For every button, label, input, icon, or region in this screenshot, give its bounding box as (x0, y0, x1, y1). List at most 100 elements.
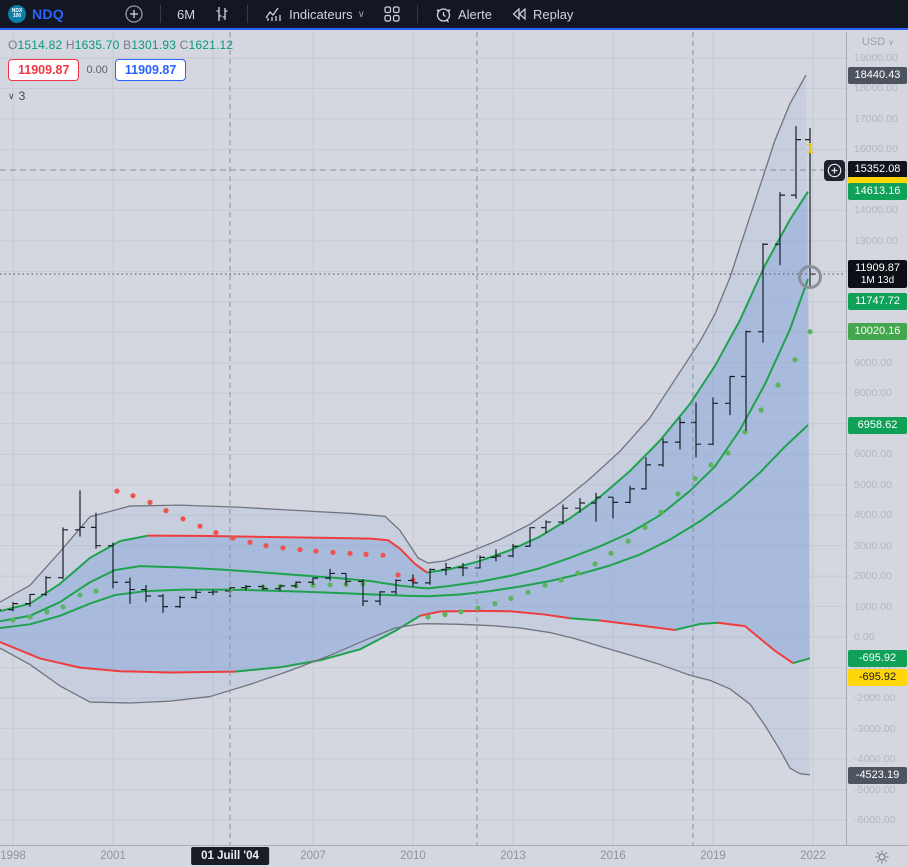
indicator-dot (247, 539, 253, 545)
position-quantity-label[interactable]: 1 (806, 140, 814, 157)
chevron-down-icon: ∨ (357, 8, 365, 20)
compare-add-button[interactable] (118, 1, 150, 27)
indicator-dot (44, 609, 50, 615)
chart-legend: O1514.82 H1635.70 B1301.93 C1621.12 1190… (8, 38, 233, 103)
price-axis-tick: 3000.00 (854, 539, 892, 552)
indicator-dot (347, 550, 353, 557)
indicator-dot (380, 552, 386, 558)
indicator-dot (230, 535, 236, 541)
indicator-dot (508, 595, 514, 602)
indicator-dot (313, 548, 319, 554)
add-alert-plus-button[interactable] (824, 160, 845, 181)
crosshair-date-badge: 01 Juill '04 (191, 847, 269, 865)
time-axis[interactable]: 01 Juill '04 1998 2001 2007 2010 2013 2016 201… (0, 845, 908, 867)
indicator-dot (775, 382, 781, 388)
indicator-dot (263, 543, 269, 549)
plus-circle-icon (125, 5, 143, 23)
price-axis-tick: 5000.00 (854, 478, 892, 491)
price-axis-badge: 18440.43 (848, 66, 907, 84)
price-axis-tick: -4000.00 (854, 753, 896, 766)
indicator-dot (675, 491, 681, 497)
time-axis-label: 2001 (100, 850, 126, 862)
price-axis-tick: 4000.00 (854, 509, 892, 522)
time-axis-label: 2019 (700, 850, 726, 862)
ohlc-bars-icon (216, 7, 228, 21)
indicator-dot (458, 609, 464, 615)
price-axis-badge: -695.92 (848, 668, 907, 686)
alarm-clock-icon (436, 7, 451, 22)
indicator-dot (592, 561, 598, 567)
price-axis-tick: 19000.00 (854, 51, 898, 64)
plus-circle-icon (827, 163, 842, 178)
indicator-dot (708, 462, 714, 468)
time-axis-label: 2022 (800, 850, 826, 862)
hidden-indicators-toggle[interactable]: ∨ 3 (8, 89, 233, 103)
indicator-dot (425, 614, 431, 620)
chevron-down-icon: ∨ (888, 38, 895, 47)
price-axis-badge: 10020.16 (848, 323, 907, 341)
indicator-dot (163, 508, 169, 514)
replay-button[interactable]: Replay (504, 3, 579, 25)
indicator-dot (114, 488, 120, 494)
time-axis-label: 2010 (400, 850, 426, 862)
price-axis-tick: 18000.00 (854, 82, 898, 95)
sell-button[interactable]: 11909.87 (8, 59, 80, 81)
toolbar-separator (417, 5, 418, 23)
trade-buttons-row: 11909.87 0.00 11909.87 (8, 59, 233, 81)
indicator-dot (608, 550, 614, 556)
price-axis-tick: 8000.00 (854, 387, 892, 400)
price-axis-tick: 17000.00 (854, 112, 898, 125)
indicator-dot (327, 582, 333, 588)
indicator-dot (297, 547, 303, 553)
rewind-icon (512, 7, 526, 21)
indicator-dot (442, 611, 448, 618)
close-value: 1621.12 (188, 38, 234, 52)
price-axis-badge: -4523.19 (848, 766, 907, 784)
indicator-dot (792, 357, 798, 363)
ohlc-values: O1514.82 H1635.70 B1301.93 C1621.12 (8, 38, 234, 52)
price-axis-badge: 15352.08 (848, 160, 907, 178)
spread-value: 0.00 (86, 64, 108, 76)
price-axis-badge: 11909.87 1M 13d (848, 260, 907, 289)
indicator-dot (280, 545, 286, 551)
indicator-dot (492, 600, 498, 607)
price-axis-badge: 11747.72 (848, 292, 907, 310)
indicator-dot (642, 524, 648, 530)
price-axis-tick: 9000.00 (854, 356, 892, 369)
price-axis-badge: 14613.16 (848, 183, 907, 201)
indicator-dot (475, 605, 481, 611)
buy-button[interactable]: 11909.87 (114, 59, 187, 81)
indicator-dot (807, 329, 813, 335)
layout-templates-button[interactable] (377, 2, 407, 26)
gear-icon[interactable] (874, 849, 890, 865)
time-axis-label: 2013 (500, 850, 526, 862)
indicators-icon (265, 7, 281, 21)
nasdaq100-logo-icon: NDX 100 (8, 5, 26, 23)
interval-button[interactable]: 6M (171, 4, 201, 25)
indicator-dot (330, 549, 336, 555)
indicator-dot (363, 551, 369, 557)
bar-close-countdown: 1M 13d (860, 275, 895, 287)
price-axis-tick: 13000.00 (854, 234, 898, 247)
price-axis-tick: -3000.00 (854, 722, 896, 735)
open-value: 1514.82 (17, 38, 63, 52)
price-axis-tick: -2000.00 (854, 692, 896, 705)
indicator-dot (525, 589, 531, 595)
indicator-dot (542, 582, 548, 588)
alert-button[interactable]: Alerte (428, 2, 498, 27)
chart-type-button[interactable] (207, 2, 237, 26)
indicators-button[interactable]: Indicateurs ∨ (258, 2, 371, 26)
price-axis-tick: -6000.00 (854, 814, 896, 827)
price-axis-tick: 0.00 (854, 631, 875, 644)
price-axis[interactable]: USD ∨ 19000.00 18000.00 17000.00 16000.00 15… (846, 32, 908, 845)
chart-plot-area[interactable] (0, 32, 908, 845)
indicator-dot (758, 407, 764, 413)
price-axis-tick: 1000.00 (854, 600, 892, 613)
indicator-dot (625, 538, 631, 544)
symbol-button[interactable]: NDQ (32, 6, 64, 22)
band-fill (0, 191, 810, 673)
currency-selector[interactable]: USD ∨ (847, 36, 908, 48)
indicator-dot (93, 588, 99, 594)
indicator-dot (395, 572, 401, 578)
indicator-dot (27, 614, 33, 620)
